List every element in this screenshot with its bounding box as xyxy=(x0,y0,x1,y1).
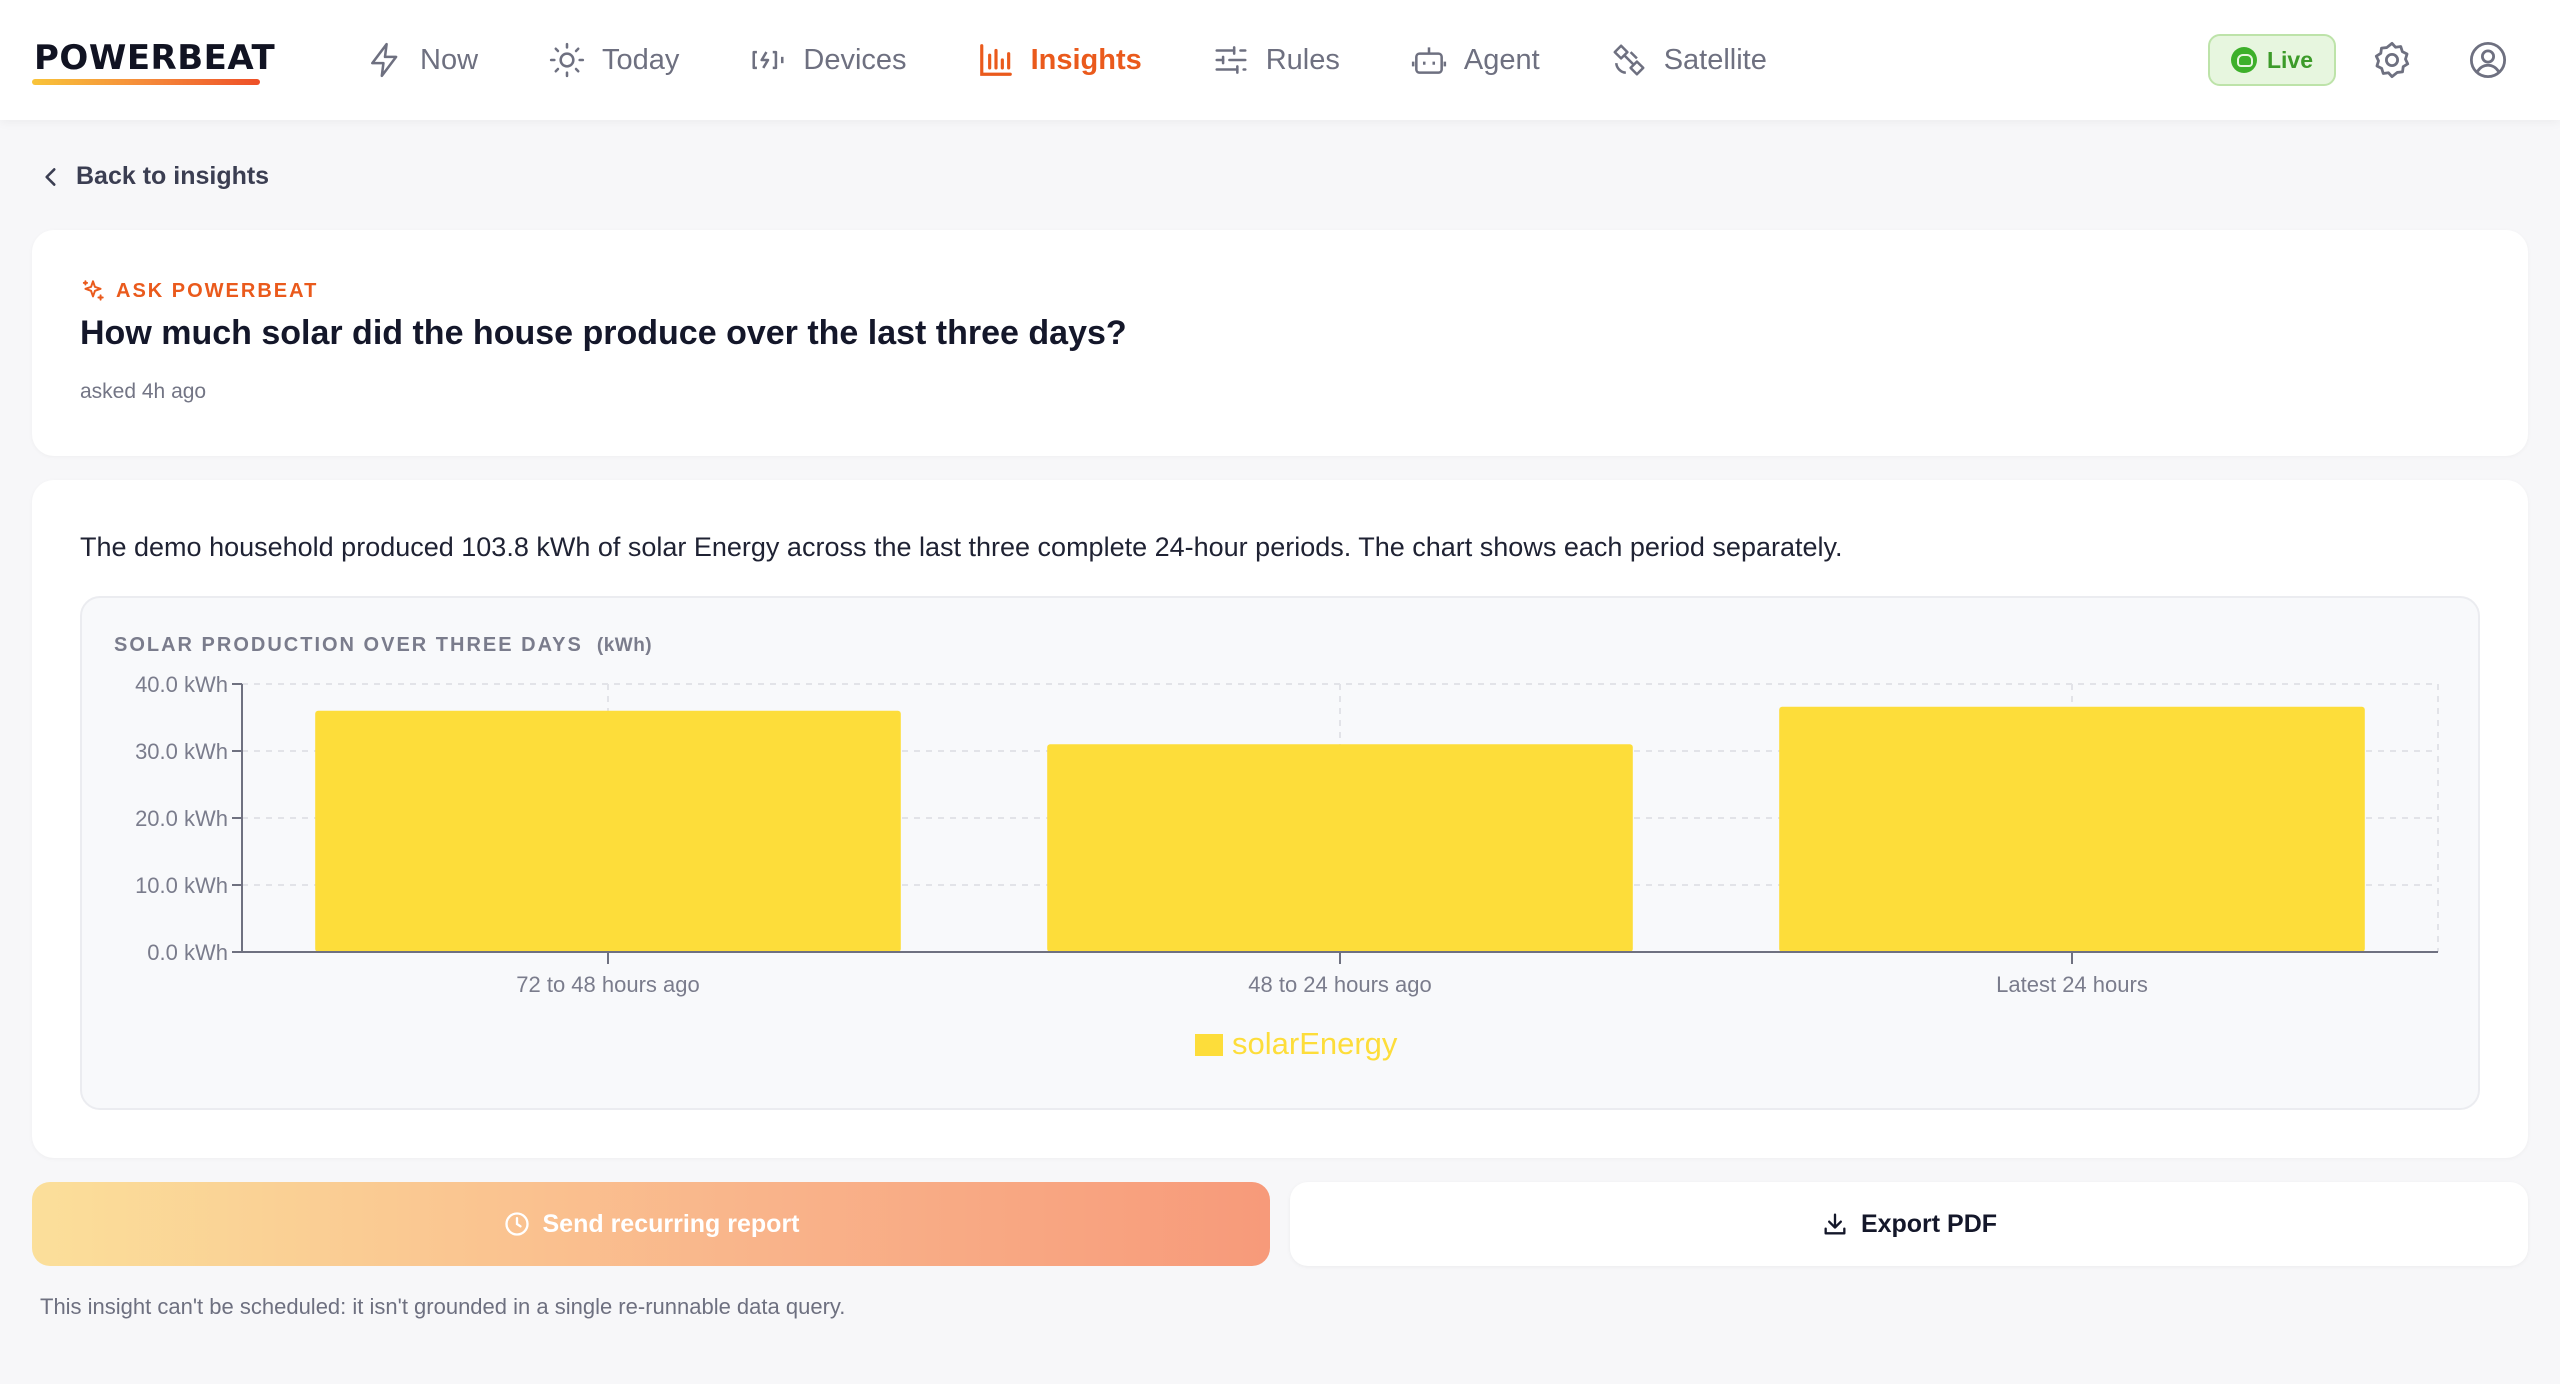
account-button[interactable] xyxy=(2466,38,2510,82)
user-circle-icon xyxy=(2469,41,2507,79)
ask-eyebrow: ASK POWERBEAT xyxy=(80,278,318,304)
schedule-note: This insight can't be scheduled: it isn'… xyxy=(40,1294,846,1319)
asked-timestamp: asked 4h ago xyxy=(80,380,207,403)
clock-icon xyxy=(504,1212,529,1236)
logo-underline xyxy=(32,79,260,85)
bar xyxy=(1779,706,2365,952)
sun-icon xyxy=(549,42,585,78)
nav-label: Now xyxy=(420,43,479,76)
nav-item-insights[interactable]: Insights xyxy=(977,0,1142,120)
nav-item-today[interactable]: Today xyxy=(548,0,679,120)
live-label: Live xyxy=(2266,46,2314,73)
y-tick-label: 20.0 kWh xyxy=(135,806,228,831)
live-status-badge[interactable]: Live xyxy=(2208,34,2336,86)
satellite-icon xyxy=(1613,44,1645,76)
gear-icon xyxy=(2374,41,2410,79)
y-tick-label: 40.0 kWh xyxy=(135,672,228,697)
nav-label: Insights xyxy=(1030,43,1142,76)
x-tick-label: Latest 24 hours xyxy=(1996,972,2148,997)
x-tick-label: 72 to 48 hours ago xyxy=(516,972,699,997)
nav-label: Satellite xyxy=(1663,43,1767,76)
nav-item-agent[interactable]: Agent xyxy=(1410,0,1540,120)
legend-swatch xyxy=(1195,1034,1223,1056)
nav-item-now[interactable]: Now xyxy=(366,0,478,120)
nav-item-devices[interactable]: Devices xyxy=(749,0,907,120)
bar-chart-icon xyxy=(979,44,1012,76)
bar xyxy=(1047,744,1633,952)
settings-button[interactable] xyxy=(2370,38,2414,82)
top-bar: POWERBEAT Now Today Devices Insights Rul… xyxy=(0,0,2560,120)
nav-label: Today xyxy=(602,43,680,76)
nav-label: Agent xyxy=(1463,43,1540,76)
main-nav: Now Today Devices Insights Rules Agent S… xyxy=(366,0,1837,120)
send-recurring-report-button[interactable]: Send recurring report xyxy=(32,1182,1270,1266)
x-tick-label: 48 to 24 hours ago xyxy=(1248,972,1431,997)
bolt-icon xyxy=(371,42,398,78)
robot-icon xyxy=(1411,47,1446,74)
download-icon xyxy=(1824,1213,1846,1235)
sliders-icon xyxy=(1215,46,1247,74)
solar-bar-chart: 0.0 kWh 10.0 kWh 20.0 kWh 30.0 kWh 40.0 kWh 7… xyxy=(135,672,2439,1061)
nav-item-rules[interactable]: Rules xyxy=(1212,0,1340,120)
send-label: Send recurring report xyxy=(542,1209,800,1238)
eyebrow-label: ASK POWERBEAT xyxy=(116,279,319,302)
export-label: Export PDF xyxy=(1860,1209,1998,1238)
y-tick-label: 30.0 kWh xyxy=(135,739,228,764)
back-label: Back to insights xyxy=(76,162,270,190)
answer-text: The demo household produced 103.8 kWh of… xyxy=(80,532,1843,562)
nav-label: Devices xyxy=(803,43,907,76)
chevron-left-icon xyxy=(45,167,56,186)
question-title: How much solar did the house produce ove… xyxy=(80,314,1127,352)
nav-label: Rules xyxy=(1265,43,1340,76)
chart-legend: solarEnergy xyxy=(1195,1026,1398,1061)
battery-icon xyxy=(752,50,784,70)
legend-label: solarEnergy xyxy=(1232,1026,1398,1061)
bar xyxy=(315,710,901,952)
back-to-insights-link[interactable]: Back to insights xyxy=(38,162,269,191)
question-card: ASK POWERBEAT How much solar did the hou… xyxy=(32,230,2528,456)
brand-logo[interactable]: POWERBEAT xyxy=(34,38,275,78)
y-tick-label: 0.0 kWh xyxy=(147,940,228,965)
answer-card: The demo household produced 103.8 kWh of… xyxy=(32,480,2528,1158)
export-pdf-button[interactable]: Export PDF xyxy=(1290,1182,2528,1266)
cloud-icon xyxy=(2230,47,2257,73)
nav-item-satellite[interactable]: Satellite xyxy=(1610,0,1767,120)
y-tick-label: 10.0 kWh xyxy=(135,873,228,898)
chart-container: SOLAR PRODUCTION OVER THREE DAYS (kWh) 0.… xyxy=(80,596,2480,1110)
sparkle-icon xyxy=(82,280,104,301)
